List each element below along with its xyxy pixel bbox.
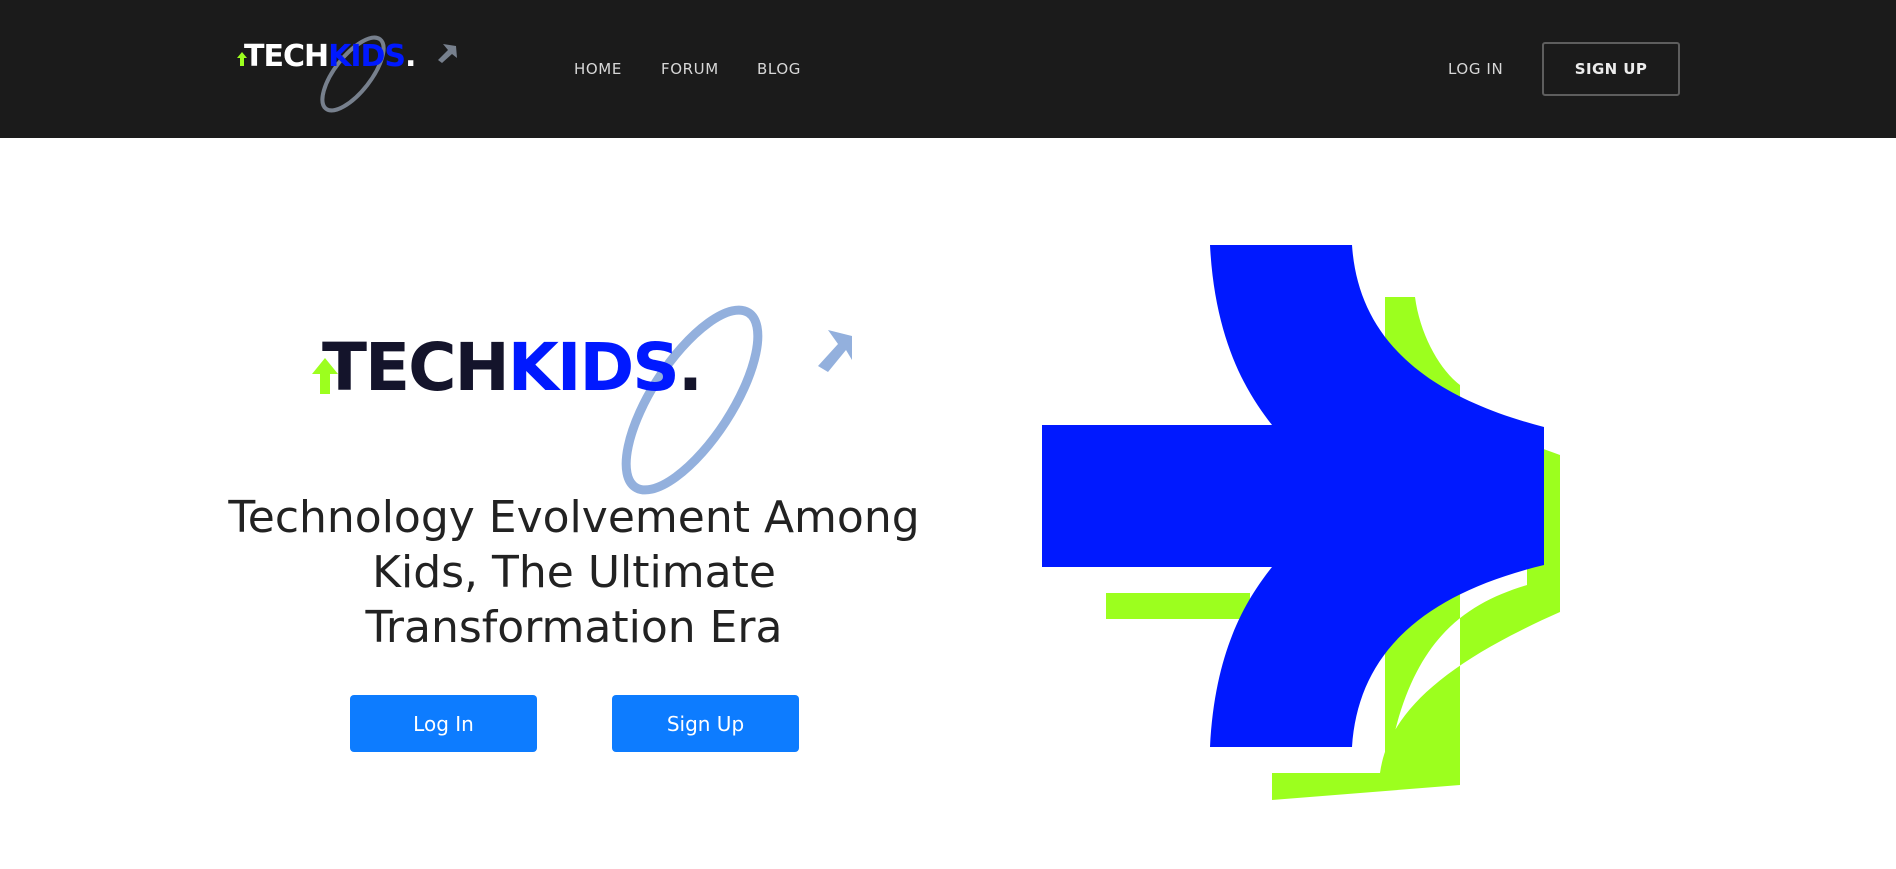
hero-logo-text-dot: . [678, 329, 701, 406]
hero-orbit-arrowhead-icon [818, 330, 852, 372]
lime-arrow-shadow-bar [1106, 593, 1250, 619]
navbar: TECHKIDS. HOME FORUM BLOG LOG IN SIGN UP [0, 0, 1896, 138]
nav-blog-link[interactable]: BLOG [757, 60, 801, 78]
svg-text:TECHKIDS.: TECHKIDS. [244, 39, 415, 74]
hero-login-button[interactable]: Log In [350, 695, 537, 752]
blue-arrow [1042, 245, 1544, 747]
hero-title: Technology Evolvement Among Kids, The Ul… [228, 492, 920, 653]
orbit-arrowhead-icon [438, 44, 457, 63]
logo-text-dot: . [405, 39, 415, 74]
hero-signup-button[interactable]: Sign Up [612, 695, 799, 752]
hero-logo-text-kids: KIDS [508, 329, 678, 406]
logo-text-kids: KIDS [328, 39, 405, 74]
techkids-logo-nav[interactable]: TECHKIDS. [228, 24, 468, 120]
techkids-logo-hero: TECHKIDS. [312, 305, 852, 495]
arrow-right-icon [1042, 245, 1560, 800]
hero-logo-text-tech: TECH [322, 329, 508, 406]
nav-forum-link[interactable]: FORUM [661, 60, 719, 78]
svg-text:TECHKIDS.: TECHKIDS. [322, 329, 701, 406]
nav-signup-button[interactable]: SIGN UP [1542, 42, 1680, 96]
nav-home-link[interactable]: HOME [574, 60, 622, 78]
logo-text-tech: TECH [244, 39, 328, 74]
nav-login-link[interactable]: LOG IN [1448, 60, 1503, 78]
